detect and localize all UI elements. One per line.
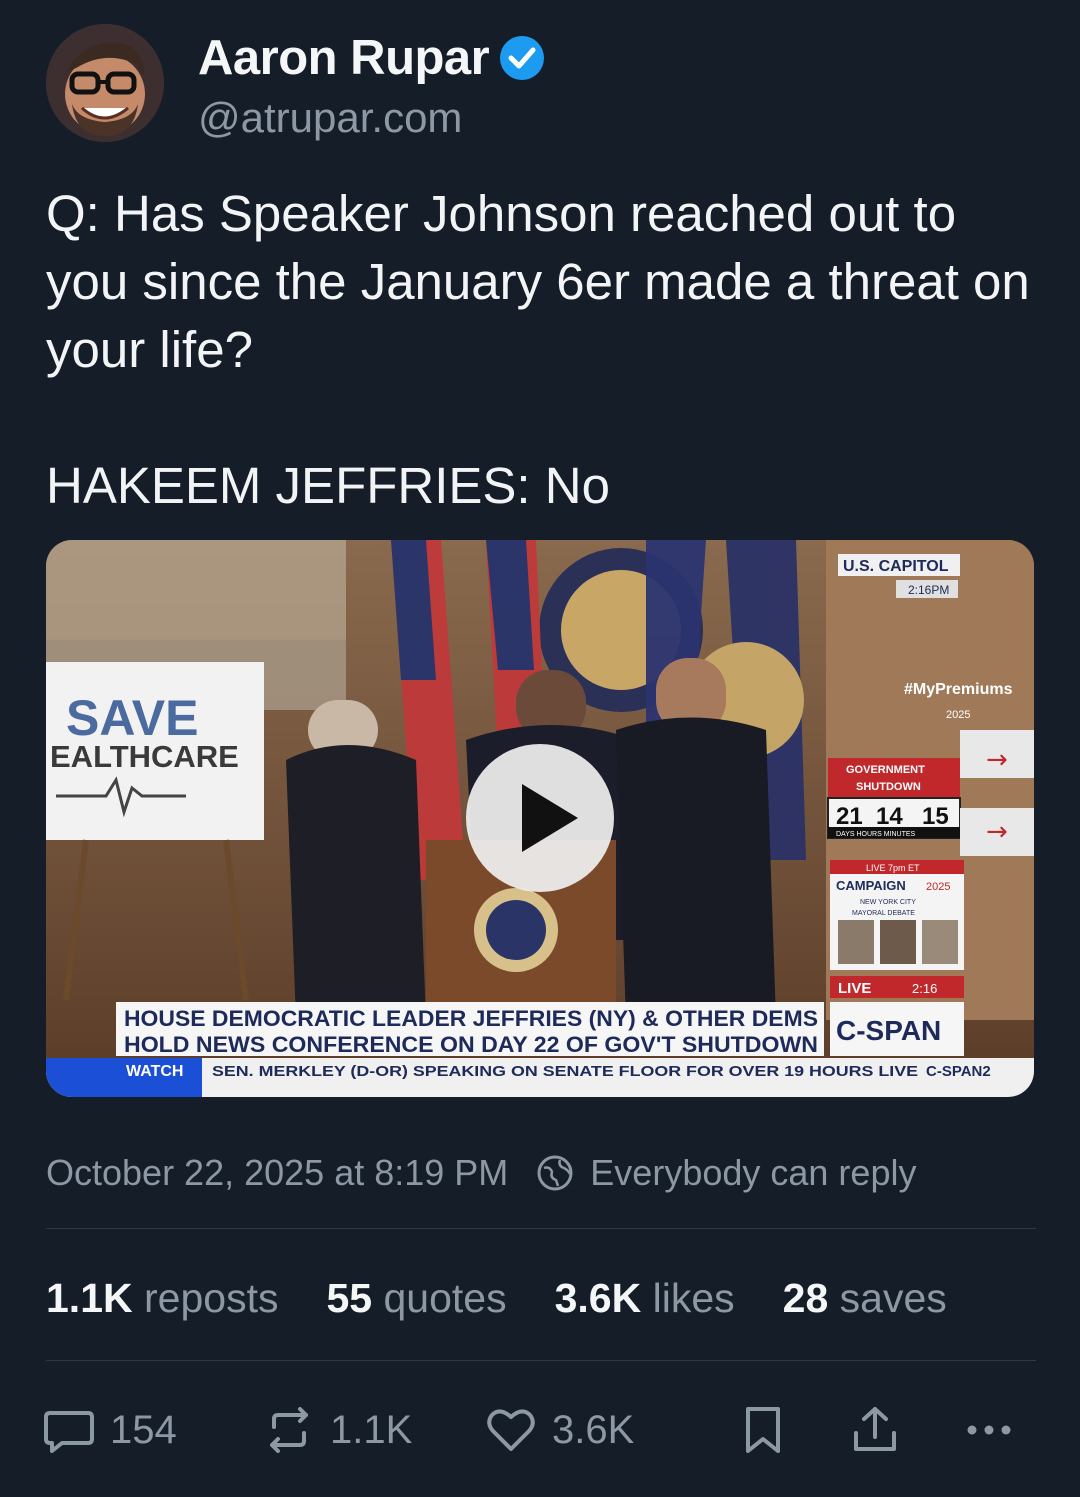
action-bar: 154 1.1K 3.6K	[40, 1398, 1040, 1462]
ticker-label: WATCH	[126, 1063, 183, 1080]
clock-labels: DAYS HOURS MINUTES	[836, 831, 916, 838]
ticker-text: SEN. MERKLEY (D-OR) SPEAKING ON SENATE F…	[212, 1063, 918, 1080]
clock-hours: 14	[876, 803, 903, 830]
location-bug: U.S. CAPITOL	[843, 558, 949, 575]
repost-icon	[270, 1407, 308, 1453]
reply-button[interactable]: 154	[42, 1398, 177, 1462]
campaign-live: LIVE 7pm ET	[866, 863, 920, 873]
campaign-sub: NEW YORK CITY	[860, 899, 916, 906]
post-header: Aaron Rupar @atrupar.com	[46, 24, 1036, 144]
post-text: Q: Has Speaker Johnson reached out to yo…	[46, 185, 1044, 378]
network-logo: C-SPAN	[836, 1015, 941, 1046]
promo-text: #MyPremiums	[904, 681, 1013, 698]
author-name[interactable]: Aaron Rupar	[198, 30, 490, 86]
like-count: 3.6K	[552, 1407, 635, 1452]
share-icon	[854, 1407, 896, 1451]
sign-bottom-text: EALTHCARE	[50, 739, 239, 774]
bookmark-icon	[746, 1407, 780, 1453]
reply-icon	[44, 1411, 94, 1453]
promo-year: 2025	[946, 709, 970, 721]
divider	[46, 1228, 1036, 1229]
reply-setting: Everybody can reply	[590, 1152, 917, 1193]
chyron-line-2: HOLD NEWS CONFERENCE ON DAY 22 OF GOV'T …	[124, 1032, 818, 1057]
saves-stat[interactable]: 28 saves	[783, 1275, 947, 1322]
verified-badge-icon	[500, 36, 545, 80]
clock-days: 21	[836, 803, 863, 830]
globe-icon	[537, 1155, 573, 1191]
live-label: LIVE	[838, 980, 871, 997]
svg-text:→: →	[986, 745, 1008, 775]
author-handle[interactable]: @atrupar.com	[198, 94, 462, 142]
more-icon	[967, 1425, 1011, 1435]
repost-count: 1.1K	[330, 1407, 413, 1452]
heart-icon	[487, 1409, 535, 1451]
bookmark-button[interactable]	[736, 1398, 790, 1462]
share-button[interactable]	[848, 1398, 902, 1462]
campaign-year: 2025	[926, 881, 950, 893]
video-player[interactable]: SAVE EALTHCARE U.S. CAPITOL 2:16PM #MyPr…	[46, 540, 1034, 1097]
post-timestamp[interactable]: October 22, 2025 at 8:19 PM	[46, 1152, 508, 1194]
post-meta: October 22, 2025 at 8:19 PM Everybody ca…	[46, 1148, 1036, 1198]
campaign-label: CAMPAIGN	[836, 878, 906, 893]
play-icon	[522, 784, 578, 852]
shutdown-title-1: GOVERNMENT	[846, 764, 925, 776]
like-button[interactable]: 3.6K	[484, 1398, 634, 1462]
post-answer: HAKEEM JEFFRIES: No	[46, 457, 610, 514]
sign-top-text: SAVE	[66, 690, 198, 746]
repost-button[interactable]: 1.1K	[262, 1398, 412, 1462]
more-options-button[interactable]	[962, 1398, 1016, 1462]
engagement-stats: 1.1K reposts 55 quotes 3.6K likes 28 sav…	[46, 1270, 1036, 1326]
svg-text:→: →	[986, 817, 1008, 847]
divider	[46, 1360, 1036, 1361]
play-button[interactable]	[466, 744, 614, 892]
ticker-network: C-SPAN2	[926, 1063, 991, 1080]
time-bug: 2:16PM	[908, 583, 949, 597]
shutdown-title-2: SHUTDOWN	[856, 781, 921, 793]
likes-stat[interactable]: 3.6K likes	[555, 1275, 735, 1322]
chyron-line-1: HOUSE DEMOCRATIC LEADER JEFFRIES (NY) & …	[124, 1006, 818, 1031]
quotes-stat[interactable]: 55 quotes	[326, 1275, 506, 1322]
live-time: 2:16	[912, 981, 937, 996]
avatar[interactable]	[46, 24, 164, 142]
reply-count: 154	[110, 1407, 177, 1452]
clock-minutes: 15	[922, 803, 949, 830]
campaign-sub2: MAYORAL DEBATE	[852, 910, 915, 917]
reposts-stat[interactable]: 1.1K reposts	[46, 1275, 278, 1322]
